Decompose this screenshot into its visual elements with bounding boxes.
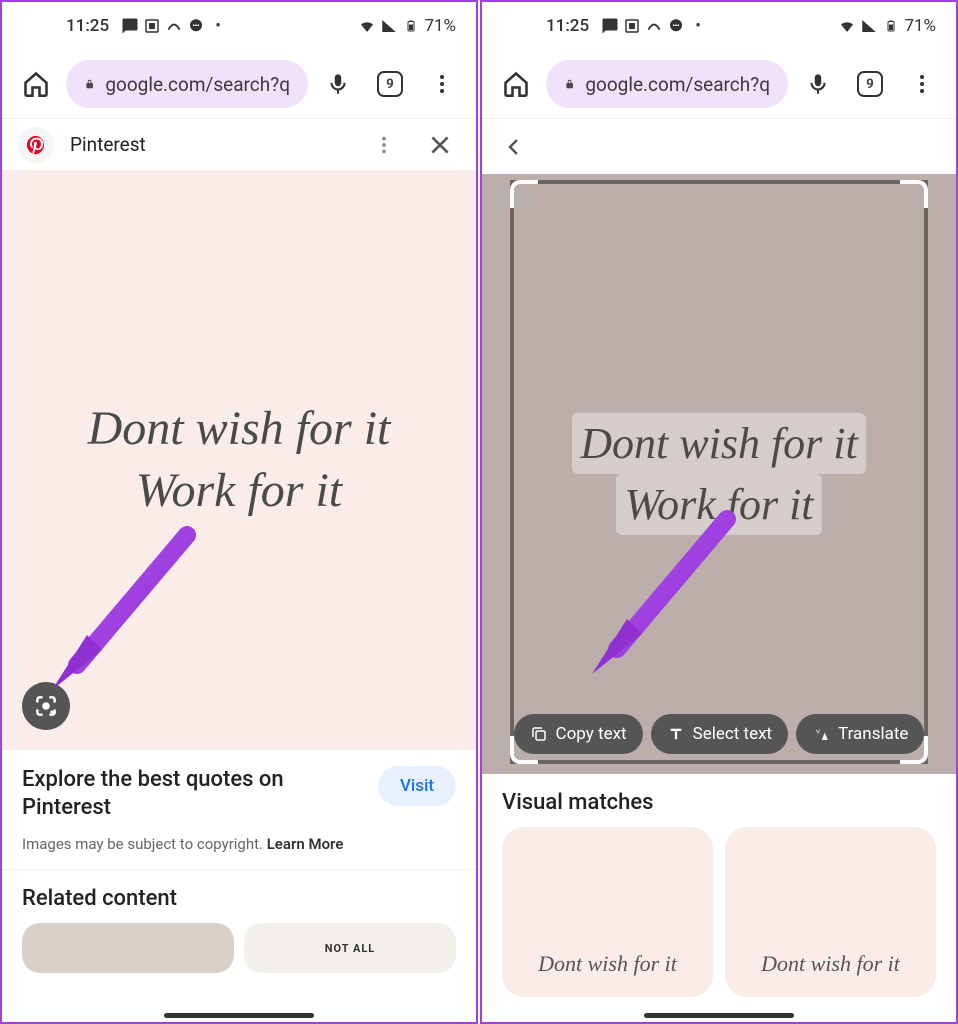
- message-icon: [121, 17, 139, 35]
- google-lens-button[interactable]: [22, 682, 70, 730]
- annotation-arrow: [32, 520, 212, 700]
- visual-matches-row: Dont wish for it Dont wish for it: [482, 827, 956, 997]
- crop-handle-top-left[interactable]: [510, 180, 538, 208]
- screenshot-icon: [623, 17, 641, 35]
- chat-icon: [187, 17, 205, 35]
- phone-right: 11:25 • 71% google.com/search?q 9: [480, 0, 958, 1024]
- translate-button[interactable]: Translate: [796, 714, 924, 754]
- status-bar: 11:25 • 71%: [2, 2, 476, 50]
- lens-crop-canvas[interactable]: Dont wish for it Work for it Copy text S…: [482, 174, 956, 774]
- dot-icon: •: [209, 17, 227, 35]
- gesture-bar[interactable]: [644, 1013, 794, 1018]
- lens-action-chips: Copy text Select text Translate: [482, 714, 956, 754]
- status-time: 11:25: [66, 16, 109, 36]
- dot-icon: •: [689, 17, 707, 35]
- text-icon: [667, 725, 685, 743]
- close-icon[interactable]: [420, 125, 460, 165]
- tab-count: 9: [386, 77, 393, 92]
- copy-text-button[interactable]: Copy text: [514, 714, 643, 754]
- url-bar[interactable]: google.com/search?q: [66, 60, 308, 108]
- visual-matches-heading: Visual matches: [482, 774, 956, 827]
- related-card[interactable]: [22, 923, 234, 973]
- home-icon[interactable]: [14, 62, 58, 106]
- status-bar: 11:25 • 71%: [482, 2, 956, 50]
- url-text: google.com/search?q: [585, 73, 770, 96]
- copy-icon: [530, 725, 548, 743]
- visual-match-card[interactable]: Dont wish for it: [502, 827, 713, 997]
- url-bar[interactable]: google.com/search?q: [546, 60, 788, 108]
- gesture-bar[interactable]: [164, 1013, 314, 1018]
- battery-percent: 71%: [424, 16, 456, 36]
- related-card[interactable]: NOT ALL: [244, 923, 456, 973]
- browser-menu-icon[interactable]: [420, 62, 464, 106]
- message-icon: [601, 17, 619, 35]
- status-time: 11:25: [546, 16, 589, 36]
- translate-icon: [812, 725, 830, 743]
- airtel-icon: [645, 17, 663, 35]
- chat-icon: [667, 17, 685, 35]
- phone-left: 11:25 • 71% google.com/search?q 9: [0, 0, 478, 1024]
- related-content-heading: Related content: [2, 869, 476, 923]
- image-source-header: Pinterest: [2, 118, 476, 170]
- browser-bar: google.com/search?q 9: [482, 50, 956, 118]
- back-icon[interactable]: [494, 127, 534, 167]
- tabs-button[interactable]: 9: [368, 62, 412, 106]
- mic-icon[interactable]: [796, 62, 840, 106]
- screenshot-icon: [143, 17, 161, 35]
- quote-line-1: Dont wish for it: [88, 398, 391, 460]
- tabs-button[interactable]: 9: [848, 62, 892, 106]
- tab-count: 9: [866, 77, 873, 92]
- learn-more-link[interactable]: Learn More: [267, 835, 344, 853]
- battery-percent: 71%: [904, 16, 936, 36]
- browser-menu-icon[interactable]: [900, 62, 944, 106]
- image-info-row: Explore the best quotes on Pinterest Vis…: [2, 750, 476, 829]
- home-icon[interactable]: [494, 62, 538, 106]
- signal-icon: [380, 17, 398, 35]
- lock-icon: [564, 75, 575, 93]
- image-title[interactable]: Explore the best quotes on Pinterest: [22, 766, 366, 821]
- quote-line-2: Work for it: [136, 460, 342, 522]
- mic-icon[interactable]: [316, 62, 360, 106]
- source-name[interactable]: Pinterest: [70, 133, 348, 156]
- battery-icon: [882, 17, 900, 35]
- crop-frame[interactable]: [510, 180, 928, 764]
- airtel-icon: [165, 17, 183, 35]
- wifi-icon: [838, 17, 856, 35]
- lens-header: [482, 118, 956, 174]
- related-content-row: NOT ALL: [2, 923, 476, 983]
- url-text: google.com/search?q: [105, 73, 290, 96]
- lock-icon: [84, 75, 95, 93]
- main-image[interactable]: Dont wish for it Work for it: [2, 170, 476, 750]
- battery-icon: [402, 17, 420, 35]
- crop-handle-top-right[interactable]: [900, 180, 928, 208]
- image-menu-icon[interactable]: [364, 125, 404, 165]
- visual-match-card[interactable]: Dont wish for it: [725, 827, 936, 997]
- browser-bar: google.com/search?q 9: [2, 50, 476, 118]
- visit-button[interactable]: Visit: [378, 766, 456, 806]
- select-text-button[interactable]: Select text: [651, 714, 789, 754]
- copyright-notice: Images may be subject to copyright. Lear…: [2, 829, 476, 869]
- pinterest-icon: [18, 127, 54, 163]
- signal-icon: [860, 17, 878, 35]
- wifi-icon: [358, 17, 376, 35]
